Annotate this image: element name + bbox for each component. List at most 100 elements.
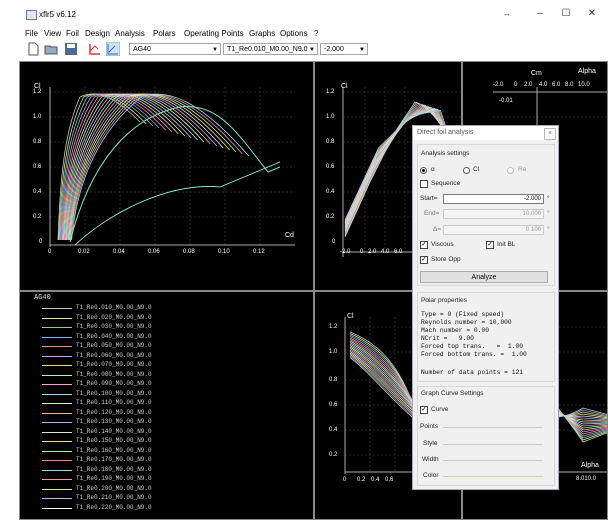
p2-ytick: 0 [332, 239, 336, 245]
legend-swatch [42, 384, 72, 385]
legend-swatch [42, 336, 72, 338]
menu-polars[interactable]: Polars [153, 29, 176, 38]
legend-swatch [42, 346, 72, 347]
menu-operating-points[interactable]: Operating Points [184, 29, 244, 38]
data-points-count: Number of data points = 121 [421, 369, 524, 376]
p2-xtick: 6.0 [394, 249, 403, 255]
legend-label: T1_Re0.220_M0.00_N9.0 [76, 503, 152, 511]
re-radio[interactable] [507, 167, 514, 174]
p3-xtick: 0 [514, 82, 518, 88]
width-selector[interactable] [443, 460, 543, 461]
polar-graph-cl-cd[interactable]: Cl Cd 1.2 1.0 0.8 0.6 0.4 0.2 0 0 0.02 0… [19, 61, 314, 291]
width-label: Width [422, 456, 439, 463]
p5-ytick: 0.2 [329, 452, 338, 458]
legend-swatch [42, 365, 72, 366]
open-folder-icon[interactable] [44, 42, 58, 56]
menu-help[interactable]: ? [314, 29, 318, 38]
points-selector[interactable] [443, 427, 543, 428]
polar-curve [70, 93, 243, 241]
store-opp-checkbox[interactable]: ✓ [420, 256, 428, 264]
save-icon[interactable] [64, 42, 78, 56]
legend-label: T1_Re0.070_M0.00_N9.0 [76, 361, 152, 368]
menu-options[interactable]: Options [280, 29, 308, 38]
legend-swatch [42, 507, 72, 509]
legend-label: T1_Re0.150_M0.00_N9.0 [76, 437, 152, 444]
cl-radio[interactable] [463, 167, 470, 174]
legend-label: T1_Re0.030_M0.00_N9.0 [76, 323, 152, 330]
graph-curve-settings-title: Graph Curve Settings [421, 390, 484, 397]
re-radio-label: Re [518, 166, 527, 173]
toolbar: AG40 ▼ T1_Re0.010_M0.00_N9.0 ▼ -2.000 ▼ [0, 40, 608, 59]
p1-xtick: 0.06 [148, 249, 160, 255]
legend-label: T1_Re0.120_M0.00_N9.0 [76, 408, 152, 416]
polar-prop-line: NCrit = 9.00 [421, 335, 474, 342]
maximize-button[interactable]: ☐ [556, 7, 576, 21]
legend-swatch [42, 498, 72, 499]
foil-select[interactable]: AG40 ▼ [129, 43, 221, 55]
end-input[interactable]: 10.000 [443, 209, 544, 219]
delta-unit: ° [547, 226, 550, 233]
curve-checkbox[interactable]: ✓ [420, 406, 428, 414]
legend-swatch [42, 450, 72, 452]
menu-view[interactable]: View [44, 29, 61, 38]
legend-swatch [42, 422, 72, 423]
p5-ytick: 0.4 [329, 427, 338, 433]
style-selector[interactable] [443, 444, 543, 445]
p2-xtick: -2.0 [340, 249, 351, 255]
sequence-checkbox[interactable] [420, 180, 428, 188]
store-opp-label: Store Opp [431, 256, 461, 263]
close-button[interactable]: ✕ [582, 7, 602, 21]
polar-prop-line: Forced bottom trans. = 1.00 [421, 351, 527, 358]
legend-label: T1_Re0.170_M0.00_N9.0 [76, 456, 152, 463]
foil-design-icon[interactable] [88, 42, 102, 56]
menu-file[interactable]: File [25, 29, 38, 38]
p1-xtick: 0.12 [253, 249, 265, 255]
menu-analysis[interactable]: Analysis [115, 29, 145, 38]
delta-input[interactable]: 0.100 [443, 225, 544, 235]
p3-xtick: 2.0 [524, 82, 533, 88]
dialog-close-button[interactable]: × [544, 128, 556, 140]
p1-ytick: 0.2 [33, 214, 42, 220]
viscous-checkbox[interactable]: ✓ [420, 241, 428, 249]
p1-ytick: 1.0 [33, 114, 42, 120]
p2-ytick: 0.4 [326, 189, 335, 195]
dialog-title: Direct foil analysis [413, 126, 558, 140]
new-file-icon[interactable] [26, 42, 40, 56]
menu-design[interactable]: Design [85, 29, 110, 38]
p5-ytick: 0.6 [329, 402, 338, 408]
polar-select[interactable]: T1_Re0.010_M0.00_N9.0 ▼ [223, 43, 318, 55]
start-unit: ° [547, 195, 550, 202]
viscous-label: Viscous [431, 241, 454, 248]
menu-graphs[interactable]: Graphs [249, 29, 275, 38]
legend-swatch [42, 308, 72, 309]
p2-xtick: 4.0 [381, 249, 390, 255]
legend-label: T1_Re0.020_M0.00_N9.0 [76, 313, 152, 321]
legend-swatch [42, 479, 72, 480]
p2-ylabel: Cl [341, 83, 348, 90]
minimize-button[interactable]: – [530, 7, 550, 21]
start-input[interactable]: -2.000 [443, 194, 544, 204]
legend-label: T1_Re0.050_M0.00_N9.0 [76, 342, 152, 349]
init-bl-checkbox[interactable]: ✓ [486, 241, 494, 249]
alpha-select[interactable]: -2.000 ▼ [320, 43, 368, 55]
p2-xtick: 0 [360, 249, 364, 255]
menu-foil[interactable]: Foil [66, 29, 79, 38]
p5-ytick: 1.2 [329, 324, 338, 330]
polar-prop-line: Type = 0 (Fixed speed) [421, 311, 505, 318]
analyze-button[interactable]: Analyze [420, 271, 548, 283]
legend-title: AG40 [34, 294, 51, 302]
legend-label: T1_Re0.190_M0.00_N9.0 [76, 475, 152, 482]
curve-label: Curve [431, 406, 449, 413]
resize-icon[interactable]: ↔ [497, 7, 517, 21]
legend-label: T1_Re0.160_M0.00_N9.0 [76, 446, 152, 454]
p1-ytick: 0.6 [33, 164, 42, 170]
legend-swatch [42, 327, 72, 328]
p3-xtick: 4.0 [539, 82, 548, 88]
alpha-radio[interactable] [420, 167, 427, 174]
direct-analysis-icon[interactable] [106, 42, 120, 56]
color-selector[interactable] [443, 476, 543, 477]
legend-swatch [42, 441, 72, 442]
end-label: End= [424, 210, 440, 217]
p5-xtick: 0.6 [385, 477, 394, 483]
p3-xtick: -2.0 [493, 82, 504, 88]
